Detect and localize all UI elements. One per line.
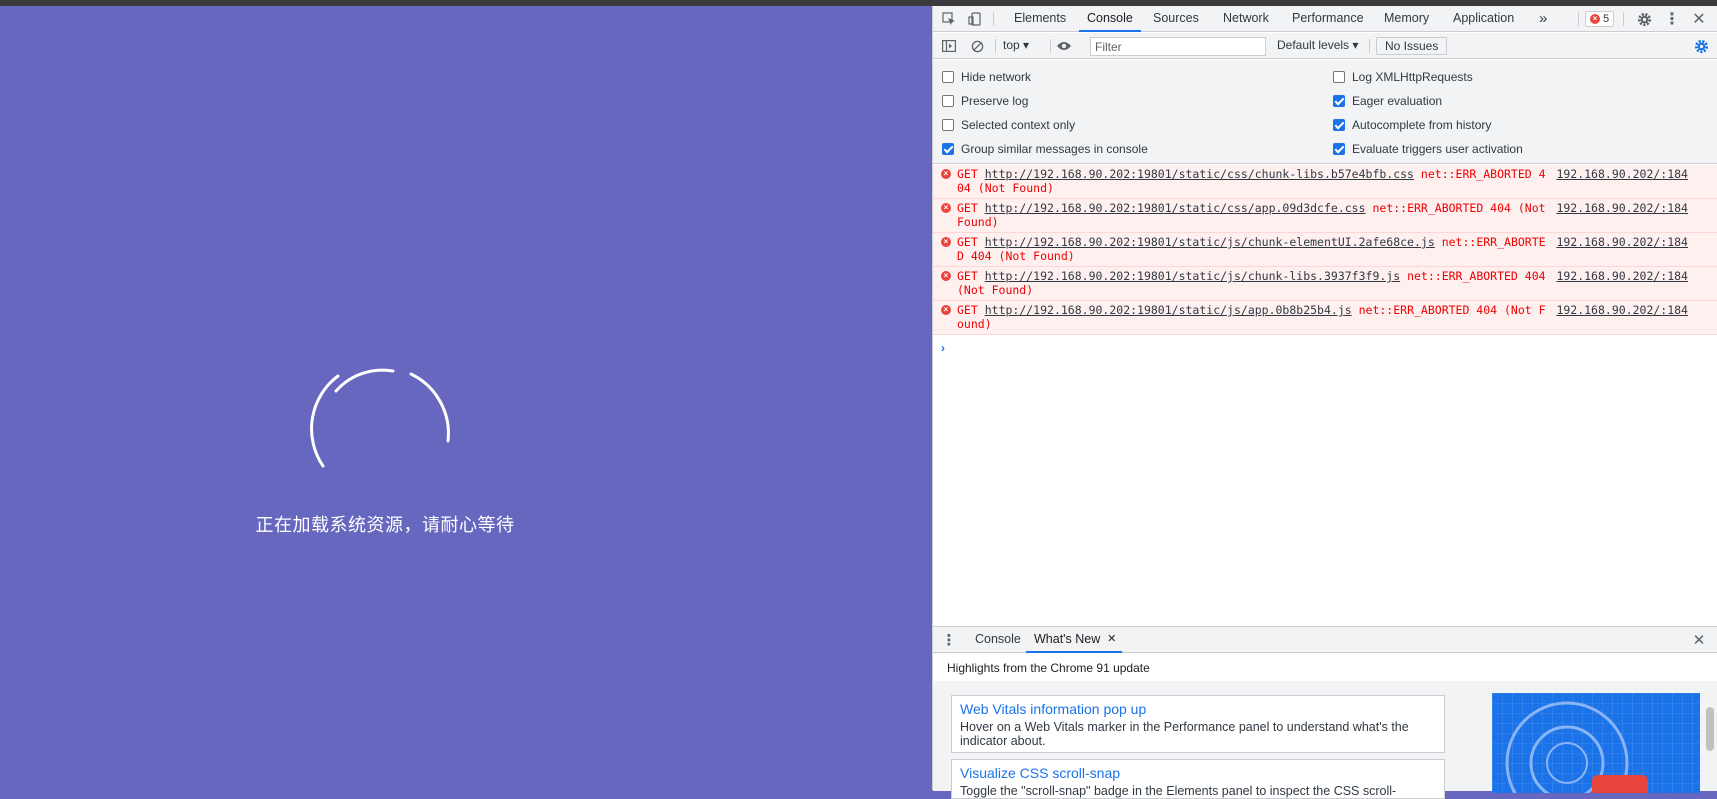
tabbar-divider <box>993 12 994 26</box>
more-tabs-button[interactable]: » <box>1531 6 1555 32</box>
whats-new-body: Web Vitals information pop up Hover on a… <box>933 681 1717 799</box>
inspect-element-icon[interactable] <box>935 6 963 32</box>
card-description: Toggle the "scroll-snap" badge in the El… <box>960 784 1397 798</box>
request-url-link[interactable]: http://192.168.90.202:19801/static/css/a… <box>985 201 1366 215</box>
checkbox[interactable] <box>942 143 954 155</box>
request-url-link[interactable]: http://192.168.90.202:19801/static/js/ch… <box>985 269 1400 283</box>
evaluate-triggers-checkbox[interactable]: Evaluate triggers user activation <box>1333 140 1523 158</box>
checkbox[interactable] <box>1333 119 1345 131</box>
error-icon: × <box>941 271 951 281</box>
source-link[interactable]: 192.168.90.202/:184 <box>1556 269 1688 283</box>
tab-elements[interactable]: Elements <box>1006 6 1074 32</box>
eager-evaluation-checkbox[interactable]: Eager evaluation <box>1333 92 1442 110</box>
close-tab-icon[interactable]: ✕ <box>1107 627 1116 652</box>
checkbox[interactable] <box>1333 143 1345 155</box>
console-settings-pane: Hide network Preserve log Selected conte… <box>933 60 1717 164</box>
toolbar-divider <box>1369 39 1370 53</box>
request-url-link[interactable]: http://192.168.90.202:19801/static/css/c… <box>985 167 1414 181</box>
loading-message: 正在加载系统资源，请耐心等待 <box>255 515 515 536</box>
card-title[interactable]: Visualize CSS scroll-snap <box>960 764 1436 782</box>
request-url-link[interactable]: http://192.168.90.202:19801/static/js/ap… <box>985 303 1352 317</box>
console-error-message: × GET http://192.168.90.202:19801/static… <box>933 267 1717 301</box>
checkbox[interactable] <box>1333 95 1345 107</box>
error-count: 5 <box>1603 13 1610 25</box>
whats-new-heading: Highlights from the Chrome 91 update <box>947 661 1150 675</box>
loading-page: 正在加载系统资源，请耐心等待 <box>0 6 932 790</box>
toolbar-divider <box>995 39 996 53</box>
source-link[interactable]: 192.168.90.202/:184 <box>1556 303 1688 317</box>
console-settings-gear-icon[interactable] <box>1687 33 1715 59</box>
error-icon: × <box>941 237 951 247</box>
kebab-menu-icon[interactable]: ⋮ <box>1658 6 1686 32</box>
source-link[interactable]: 192.168.90.202/:184 <box>1556 167 1688 181</box>
card-title[interactable]: Web Vitals information pop up <box>960 700 1436 718</box>
error-count-badge[interactable]: × 5 <box>1585 11 1615 27</box>
checkbox[interactable] <box>942 119 954 131</box>
console-error-message: × GET http://192.168.90.202:19801/static… <box>933 233 1717 267</box>
loading-spinner-icon <box>310 368 450 468</box>
devtools-panel: Elements Console Sources Network Perform… <box>932 6 1717 799</box>
error-icon: × <box>941 305 951 315</box>
tab-console[interactable]: Console <box>1079 6 1141 32</box>
checkbox[interactable] <box>942 71 954 83</box>
context-selector[interactable]: top ▾ <box>1003 38 1029 52</box>
tabbar-divider <box>1578 12 1579 26</box>
drawer-tab-console[interactable]: Console <box>967 627 1029 653</box>
source-link[interactable]: 192.168.90.202/:184 <box>1556 235 1688 249</box>
whats-new-card[interactable]: Visualize CSS scroll-snap Toggle the "sc… <box>951 759 1445 799</box>
console-error-message: × GET http://192.168.90.202:19801/static… <box>933 199 1717 233</box>
error-icon: × <box>1590 14 1600 24</box>
console-prompt[interactable]: › <box>941 341 945 355</box>
log-xhr-checkbox[interactable]: Log XMLHttpRequests <box>1333 68 1473 86</box>
tab-performance[interactable]: Performance <box>1284 6 1372 32</box>
source-link[interactable]: 192.168.90.202/:184 <box>1556 201 1688 215</box>
sidebar-toggle-icon[interactable] <box>935 33 963 59</box>
eye-icon[interactable] <box>1050 33 1078 59</box>
error-icon: × <box>941 169 951 179</box>
whats-new-card[interactable]: Web Vitals information pop up Hover on a… <box>951 695 1445 753</box>
tab-application[interactable]: Application <box>1445 6 1522 32</box>
autocomplete-history-checkbox[interactable]: Autocomplete from history <box>1333 116 1491 134</box>
issues-button[interactable]: No Issues <box>1376 37 1448 55</box>
tabbar-divider <box>1623 12 1624 26</box>
gear-icon[interactable] <box>1630 6 1658 32</box>
console-toolbar: top ▾ Default levels ▾ No Issues <box>933 33 1717 59</box>
device-toolbar-icon[interactable] <box>961 6 989 32</box>
clear-console-icon[interactable] <box>963 33 991 59</box>
drawer-scrollbar[interactable] <box>1706 707 1714 751</box>
devtools-drawer: ⋮ Console What's New ✕ ✕ Highlights from… <box>933 626 1717 799</box>
tab-memory[interactable]: Memory <box>1376 6 1437 32</box>
checkbox[interactable] <box>1333 71 1345 83</box>
log-levels-dropdown[interactable]: Default levels ▾ <box>1277 38 1358 52</box>
close-icon[interactable]: ✕ <box>1685 6 1713 32</box>
card-description: Hover on a Web Vitals marker in the Perf… <box>960 720 1409 748</box>
chrome-update-image <box>1492 693 1700 793</box>
group-similar-checkbox[interactable]: Group similar messages in console <box>942 140 1148 158</box>
console-messages: × GET http://192.168.90.202:19801/static… <box>933 165 1717 355</box>
tab-network[interactable]: Network <box>1215 6 1277 32</box>
checkbox[interactable] <box>942 95 954 107</box>
error-icon: × <box>941 203 951 213</box>
drawer-tabbar: ⋮ Console What's New ✕ ✕ <box>933 627 1717 653</box>
filter-input[interactable] <box>1090 37 1266 56</box>
tab-sources[interactable]: Sources <box>1145 6 1207 32</box>
drawer-menu-icon[interactable]: ⋮ <box>935 627 963 653</box>
console-error-message: × GET http://192.168.90.202:19801/static… <box>933 165 1717 199</box>
preserve-log-checkbox[interactable]: Preserve log <box>942 92 1028 110</box>
hide-network-checkbox[interactable]: Hide network <box>942 68 1031 86</box>
devtools-tabbar: Elements Console Sources Network Perform… <box>933 6 1717 32</box>
close-drawer-icon[interactable]: ✕ <box>1685 627 1713 653</box>
request-url-link[interactable]: http://192.168.90.202:19801/static/js/ch… <box>985 235 1435 249</box>
drawer-tab-whats-new[interactable]: What's New ✕ <box>1026 627 1123 653</box>
console-error-message: × GET http://192.168.90.202:19801/static… <box>933 301 1717 335</box>
selected-context-checkbox[interactable]: Selected context only <box>942 116 1075 134</box>
